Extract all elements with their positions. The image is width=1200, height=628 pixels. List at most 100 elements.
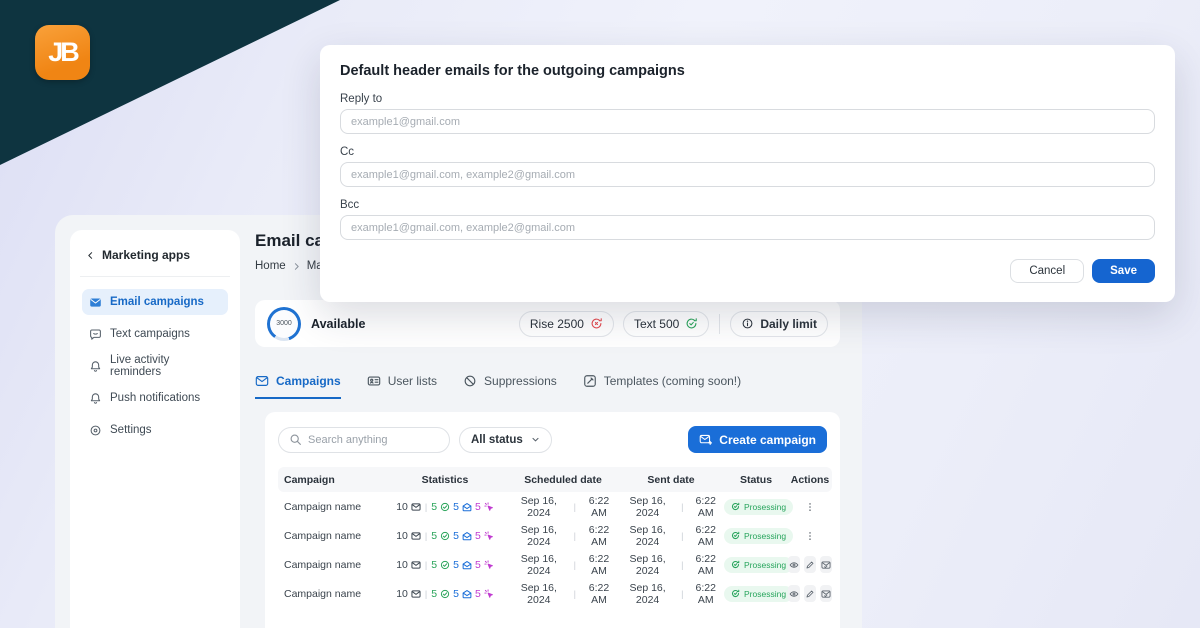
stat-delivered-count: 5 bbox=[431, 558, 438, 571]
sidebar-item-live-activity[interactable]: Live activity reminders bbox=[82, 353, 228, 379]
column-campaign: Campaign bbox=[284, 473, 335, 486]
actions-cell bbox=[788, 531, 832, 541]
status-cell: Prosessing bbox=[724, 585, 794, 602]
search-box[interactable] bbox=[278, 426, 450, 453]
table-row[interactable]: Campaign name 10 | 5 5 5 Sep 16, 2024 | … bbox=[278, 550, 832, 579]
campaign-statistics: 10 | 5 5 5 bbox=[382, 559, 508, 571]
scheduled-date: Sep 16, 2024 bbox=[520, 581, 557, 606]
sidebar: Marketing apps Email campaigns Text camp… bbox=[70, 230, 240, 628]
envelope-icon bbox=[89, 296, 102, 309]
send-button[interactable] bbox=[820, 556, 832, 573]
pencil-icon bbox=[805, 589, 815, 599]
status-label: Prosessing bbox=[744, 501, 787, 512]
stat-opened-count: 5 bbox=[453, 529, 459, 542]
bell-icon bbox=[89, 360, 102, 373]
tab-label: Campaigns bbox=[276, 374, 341, 388]
breadcrumb-home[interactable]: Home bbox=[255, 260, 286, 272]
available-label: Available bbox=[311, 316, 366, 331]
actions-cell bbox=[788, 502, 832, 512]
block-icon bbox=[463, 374, 477, 388]
envelope-check-icon bbox=[821, 560, 831, 570]
stat-delivered-count: 5 bbox=[431, 500, 438, 513]
sidebar-item-push-notifications[interactable]: Push notifications bbox=[82, 385, 228, 411]
sidebar-item-label: Live activity reminders bbox=[110, 354, 170, 378]
search-input[interactable] bbox=[308, 433, 428, 446]
view-button[interactable] bbox=[788, 585, 800, 602]
status-sync-icon bbox=[731, 589, 740, 598]
daily-limit-label: Daily limit bbox=[760, 316, 817, 331]
save-button[interactable]: Save bbox=[1092, 259, 1155, 283]
default-header-emails-modal: Default header emails for the outgoing c… bbox=[320, 45, 1175, 302]
sidebar-item-label: Text campaigns bbox=[110, 328, 190, 340]
sent-time: 6:22 AM bbox=[695, 581, 716, 606]
sidebar-item-email-campaigns[interactable]: Email campaigns bbox=[82, 289, 228, 315]
send-button[interactable] bbox=[820, 585, 832, 602]
date-separator: | bbox=[681, 559, 684, 570]
reply-to-input[interactable] bbox=[340, 109, 1155, 134]
sidebar-back[interactable]: Marketing apps bbox=[82, 246, 228, 264]
opened-envelope-icon bbox=[462, 531, 472, 541]
view-button[interactable] bbox=[788, 556, 800, 573]
text-quota-pill[interactable]: Text 500 bbox=[622, 310, 710, 337]
status-sync-icon bbox=[731, 560, 740, 569]
stat-clicked-count: 5 bbox=[474, 558, 481, 571]
cc-input[interactable] bbox=[340, 162, 1155, 187]
sidebar-back-label: Marketing apps bbox=[102, 248, 191, 262]
search-icon bbox=[289, 433, 302, 446]
sidebar-item-settings[interactable]: Settings bbox=[82, 417, 228, 443]
daily-limit-button[interactable]: Daily limit bbox=[730, 310, 828, 337]
scheduled-date: Sep 16, 2024 bbox=[520, 552, 557, 577]
status-badge: Prosessing bbox=[724, 585, 794, 602]
rise-quota-pill[interactable]: Rise 2500 bbox=[518, 310, 614, 337]
quota-card: 3000 Available Rise 2500 Text 500 Daily … bbox=[255, 300, 840, 347]
status-sync-icon bbox=[731, 531, 740, 540]
sent-envelope-icon bbox=[411, 560, 421, 570]
date-separator: | bbox=[573, 559, 576, 570]
tab-suppressions[interactable]: Suppressions bbox=[463, 374, 557, 397]
delivered-icon bbox=[440, 589, 450, 599]
scheduled-date-cell: Sep 16, 2024 | 6:22 AM bbox=[508, 495, 618, 519]
date-separator: | bbox=[573, 501, 576, 512]
create-campaign-button[interactable]: Create campaign bbox=[688, 426, 827, 453]
date-separator: | bbox=[573, 530, 576, 541]
stat-clicked-count: 5 bbox=[474, 500, 481, 513]
table-controls: All status Create campaign bbox=[278, 426, 832, 453]
campaign-statistics: 10 | 5 5 5 bbox=[382, 588, 508, 600]
row-menu-button[interactable] bbox=[788, 502, 832, 512]
reply-to-label: Reply to bbox=[340, 93, 383, 105]
status-label: Prosessing bbox=[744, 559, 787, 570]
table-row[interactable]: Campaign name 10 | 5 5 5 Sep 16, 2024 | … bbox=[278, 579, 832, 608]
click-icon bbox=[484, 501, 494, 512]
stat-delivered-count: 5 bbox=[431, 587, 438, 600]
page: JB Marketing apps Email campaigns Text c… bbox=[0, 0, 1200, 628]
chat-bubble-icon bbox=[89, 328, 102, 341]
scheduled-time: 6:22 AM bbox=[588, 494, 610, 519]
tab-user-lists[interactable]: User lists bbox=[367, 374, 437, 397]
opened-envelope-icon bbox=[462, 589, 472, 599]
edit-button[interactable] bbox=[804, 556, 816, 573]
brand-logo[interactable]: JB bbox=[35, 25, 90, 80]
table-row[interactable]: Campaign name 10 | 5 5 5 Sep 16, 2024 | … bbox=[278, 492, 832, 521]
stat-separator: | bbox=[424, 559, 428, 570]
cancel-button[interactable]: Cancel bbox=[1010, 259, 1085, 283]
date-separator: | bbox=[681, 501, 684, 512]
status-filter-dropdown[interactable]: All status bbox=[459, 426, 552, 453]
column-actions: Actions bbox=[790, 473, 830, 486]
stat-clicked-count: 5 bbox=[474, 587, 481, 600]
column-status: Status bbox=[739, 473, 773, 486]
sent-date: Sep 16, 2024 bbox=[629, 552, 666, 577]
bcc-input[interactable] bbox=[340, 215, 1155, 240]
sidebar-divider bbox=[80, 276, 230, 277]
delivered-icon bbox=[440, 531, 450, 541]
scheduled-date: Sep 16, 2024 bbox=[520, 494, 557, 519]
tab-templates[interactable]: Templates (coming soon!) bbox=[583, 374, 741, 397]
row-menu-button[interactable] bbox=[788, 531, 832, 541]
table-row[interactable]: Campaign name 10 | 5 5 5 Sep 16, 2024 | … bbox=[278, 521, 832, 550]
stat-separator: | bbox=[424, 530, 428, 541]
stat-delivered-count: 5 bbox=[431, 529, 438, 542]
quota-gauge: 3000 bbox=[267, 306, 301, 341]
tab-campaigns[interactable]: Campaigns bbox=[255, 374, 341, 399]
stat-separator: | bbox=[424, 588, 428, 599]
sidebar-item-text-campaigns[interactable]: Text campaigns bbox=[82, 321, 228, 347]
edit-button[interactable] bbox=[804, 585, 816, 602]
